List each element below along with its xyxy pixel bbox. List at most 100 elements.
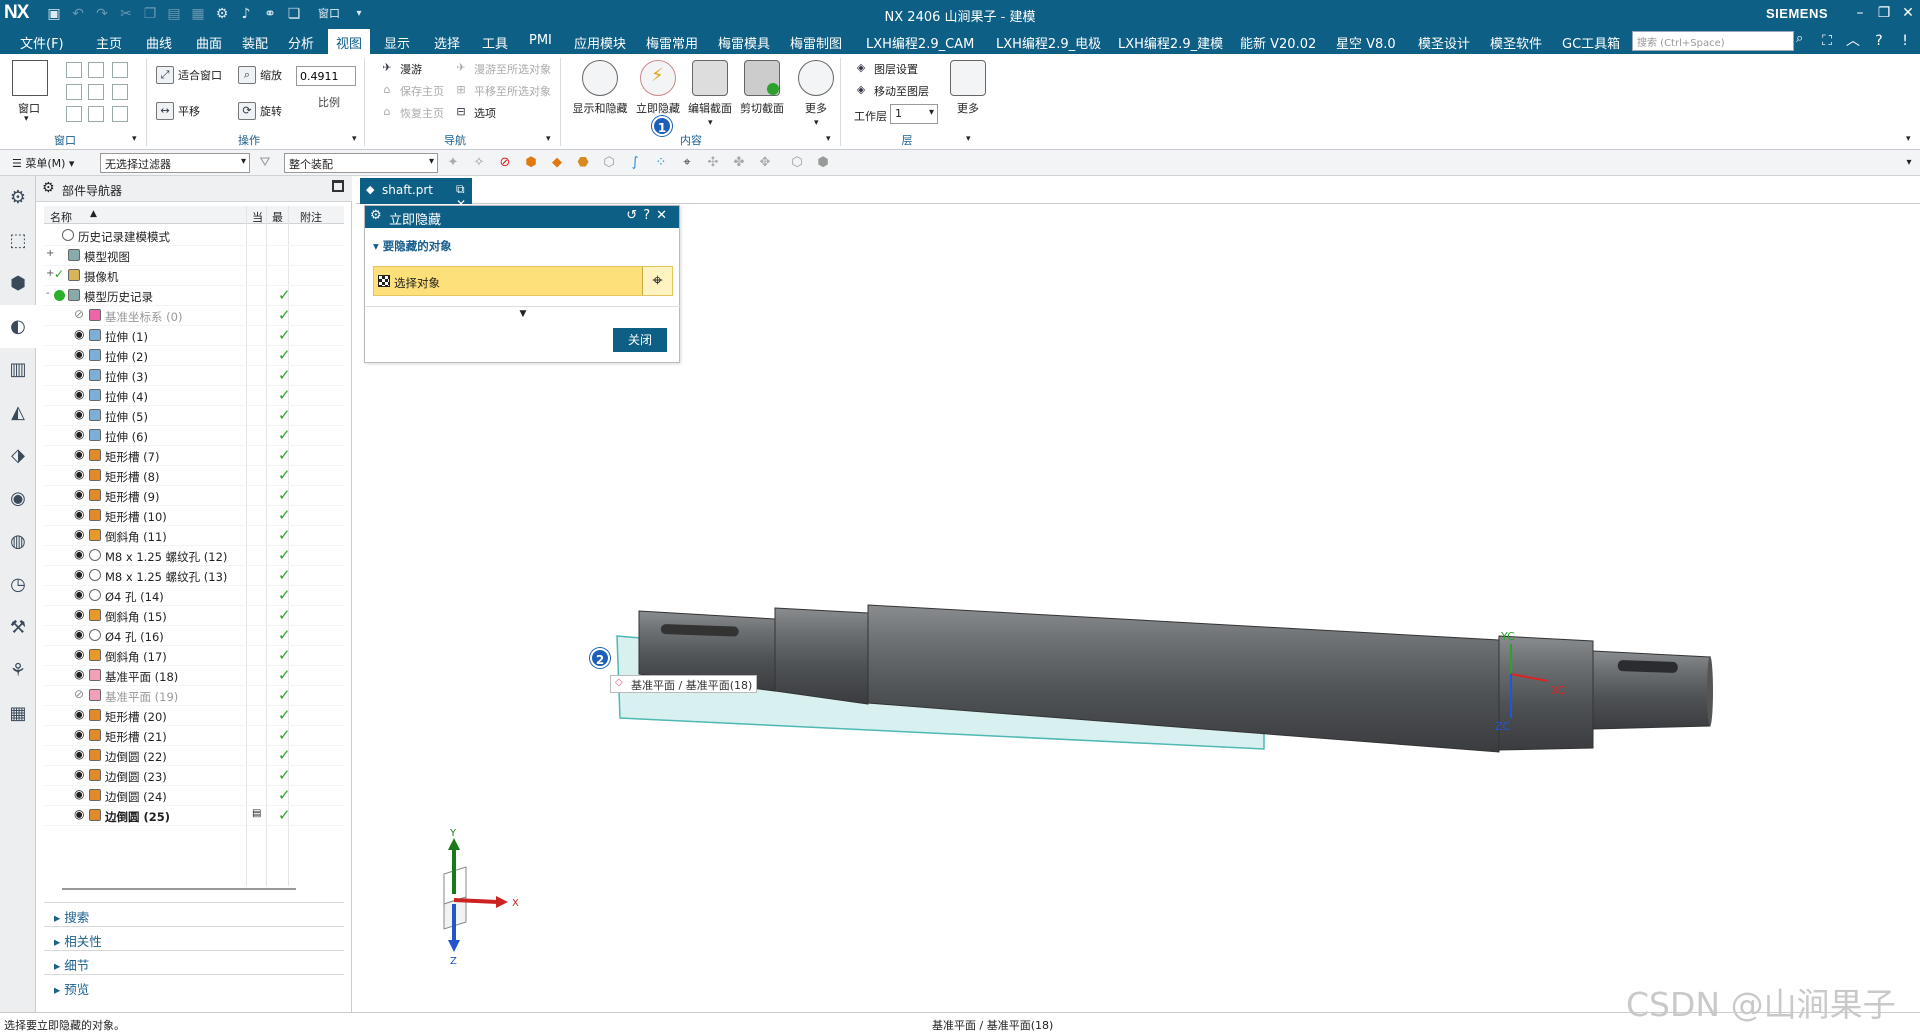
- col-comment[interactable]: 附注: [300, 209, 322, 225]
- expand-toggle-icon[interactable]: +: [46, 248, 56, 259]
- tree-row[interactable]: ◉ 拉伸 (3) ✓: [44, 366, 344, 386]
- visibility-eye-icon[interactable]: ◉: [74, 467, 84, 481]
- crosshair-icon[interactable]: ⌖: [642, 267, 672, 295]
- midpoint-icon[interactable]: ✣: [704, 154, 722, 172]
- tree-row[interactable]: ◉ 倒斜角 (11) ✓: [44, 526, 344, 546]
- help-icon[interactable]: ?: [643, 208, 656, 223]
- layer-more-button[interactable]: 更多: [940, 60, 996, 116]
- dialog-expand-icon[interactable]: ▼: [365, 306, 681, 319]
- face-icon[interactable]: ◆: [548, 154, 566, 172]
- content-more-button[interactable]: 更多: [788, 60, 844, 116]
- visibility-eye-icon[interactable]: ◉: [74, 507, 84, 521]
- solid-body-icon[interactable]: ⬢: [522, 154, 540, 172]
- body-icon[interactable]: ⬣: [574, 154, 592, 172]
- part-navigator-icon[interactable]: ◐: [0, 305, 36, 348]
- alert-icon[interactable]: !: [1894, 31, 1916, 51]
- visibility-eye-icon[interactable]: ◉: [74, 447, 84, 461]
- visibility-eye-icon[interactable]: ◉: [74, 487, 84, 501]
- visibility-eye-icon[interactable]: ◉: [74, 747, 84, 761]
- checkbox-icon[interactable]: ✓: [54, 267, 64, 281]
- horizontal-scrollbar[interactable]: [62, 888, 296, 890]
- stop-icon[interactable]: ⊘: [496, 154, 514, 172]
- visibility-eye-icon[interactable]: ◉: [74, 587, 84, 601]
- tree-row[interactable]: + ✓ 摄像机: [44, 266, 344, 286]
- roam-to-selected-button[interactable]: ✈ 漫游至所选对象: [452, 60, 551, 78]
- layout-3-icon[interactable]: [112, 62, 128, 78]
- filter-icon[interactable]: ⛛: [256, 154, 274, 172]
- menu-item-17[interactable]: LXH编程2.9_建模: [1118, 33, 1223, 52]
- active-status-icon[interactable]: [54, 287, 65, 304]
- tree-row[interactable]: ◉ Ø4 孔 (14) ✓: [44, 586, 344, 606]
- endpoint-icon[interactable]: ✤: [730, 154, 748, 172]
- clip-section-button[interactable]: 剪切截面: [734, 60, 790, 116]
- tab-shaft-prt[interactable]: ◆ shaft.prt ⧉ ✕: [360, 178, 472, 211]
- menu-item-8[interactable]: 选择: [434, 33, 460, 52]
- visibility-eye-icon[interactable]: ◉: [74, 607, 84, 621]
- tree-row[interactable]: ◉ 矩形槽 (10) ✓: [44, 506, 344, 526]
- visual-report-icon[interactable]: ▦: [0, 692, 36, 735]
- menu-item-14[interactable]: 梅雷制图: [790, 33, 842, 52]
- visibility-eye-icon[interactable]: ◉: [74, 647, 84, 661]
- roles-icon[interactable]: ◉: [0, 477, 36, 520]
- layout-9-icon[interactable]: [112, 106, 128, 122]
- work-layer-select[interactable]: 1: [890, 104, 938, 124]
- system-materials-icon[interactable]: ◍: [0, 520, 36, 563]
- layout-7-icon[interactable]: [66, 106, 82, 122]
- menu-item-18[interactable]: 能新 V20.02: [1240, 33, 1316, 52]
- settings-icon[interactable]: ⚙: [0, 176, 36, 219]
- web-browser-icon[interactable]: ⬗: [0, 434, 36, 477]
- visibility-eye-icon[interactable]: ◉: [74, 387, 84, 401]
- visibility-eye-icon[interactable]: ◉: [74, 727, 84, 741]
- visibility-eye-icon[interactable]: ◉: [74, 667, 84, 681]
- visibility-eye-icon[interactable]: ◉: [74, 367, 84, 381]
- menu-item-19[interactable]: 星空 V8.0: [1336, 33, 1396, 52]
- menu-item-21[interactable]: 模圣软件: [1490, 33, 1542, 52]
- window-layout-button[interactable]: [12, 60, 48, 96]
- type-filter-select[interactable]: 无选择过滤器: [100, 153, 250, 173]
- tree-row[interactable]: ◉ 拉伸 (5) ✓: [44, 406, 344, 426]
- tree-row[interactable]: ◉ M8 x 1.25 螺纹孔 (12) ✓: [44, 546, 344, 566]
- select-object-field[interactable]: 选择对象 ⌖: [373, 266, 673, 296]
- menu-item-0[interactable]: 文件(F): [20, 33, 64, 52]
- visibility-eye-icon[interactable]: ◉: [74, 627, 84, 641]
- menu-item-15[interactable]: LXH编程2.9_CAM: [866, 33, 974, 52]
- tree-row[interactable]: ◉ 矩形槽 (20) ✓: [44, 706, 344, 726]
- layout-2-icon[interactable]: [88, 62, 104, 78]
- tree-row[interactable]: ◉ 拉伸 (4) ✓: [44, 386, 344, 406]
- pan-button[interactable]: ↔ 平移: [156, 102, 200, 120]
- process-studio-icon[interactable]: ⚒: [0, 606, 36, 649]
- snap-mode-icon[interactable]: ⌖: [678, 154, 696, 172]
- reset-icon[interactable]: ↺: [626, 208, 643, 223]
- save-home-button[interactable]: ⌂ 保存主页: [378, 82, 445, 100]
- dialog-close-icon[interactable]: ✕: [656, 208, 673, 223]
- menu-item-1[interactable]: 主页: [96, 33, 122, 52]
- visibility-eye-icon[interactable]: ◉: [74, 707, 84, 721]
- tree-row[interactable]: ◉ M8 x 1.25 螺纹孔 (13) ✓: [44, 566, 344, 586]
- visibility-eye-icon[interactable]: ◉: [74, 767, 84, 781]
- tree-row[interactable]: - 模型历史记录 ✓: [44, 286, 344, 306]
- menu-item-22[interactable]: GC工具箱: [1562, 33, 1620, 52]
- menu-item-20[interactable]: 模圣设计: [1418, 33, 1470, 52]
- layout-6-icon[interactable]: [112, 84, 128, 100]
- tree-row[interactable]: ◉ 矩形槽 (7) ✓: [44, 446, 344, 466]
- objects-to-hide-section[interactable]: ▾ 要隐藏的对象: [373, 238, 452, 254]
- tree-row[interactable]: ◉ 倒斜角 (15) ✓: [44, 606, 344, 626]
- close-icon[interactable]: ✕: [1896, 2, 1920, 24]
- command-search-input[interactable]: 搜索 (Ctrl+Space): [1632, 31, 1794, 51]
- feature-icon[interactable]: ⬡: [600, 154, 618, 172]
- layer-settings-button[interactable]: ◈ 图层设置: [852, 60, 918, 78]
- hidden-eye-icon[interactable]: ⊘: [74, 307, 84, 321]
- visibility-eye-icon[interactable]: ◉: [74, 807, 84, 821]
- col-current[interactable]: 当: [252, 209, 263, 225]
- nav-options-button[interactable]: ⊟ 选项: [452, 104, 496, 122]
- toolbar-more-icon[interactable]: ▾: [1900, 154, 1918, 172]
- tree-row[interactable]: ◉ 矩形槽 (21) ✓: [44, 726, 344, 746]
- navigator-panel-1[interactable]: 相关性: [44, 926, 344, 950]
- roam-button[interactable]: ✈ 漫游: [378, 60, 422, 78]
- gear-icon[interactable]: ⚙: [42, 180, 55, 196]
- tree-row[interactable]: ◉ 拉伸 (1) ✓: [44, 326, 344, 346]
- show-hide-button[interactable]: 显示和隐藏: [572, 60, 628, 116]
- curve-icon[interactable]: ∫: [626, 154, 644, 172]
- render-icon[interactable]: ⬢: [814, 154, 832, 172]
- col-name[interactable]: 名称: [50, 209, 72, 225]
